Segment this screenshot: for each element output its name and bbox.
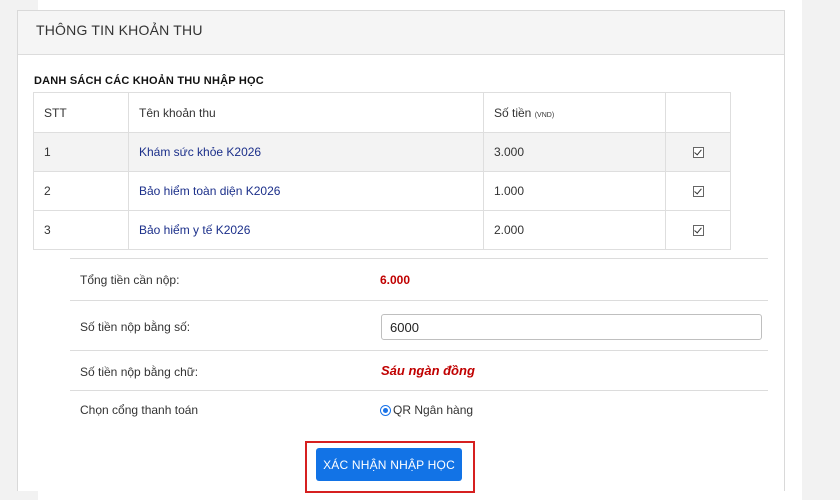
row-stt: 2 — [33, 171, 129, 211]
fee-info-panel: THÔNG TIN KHOẢN THU DANH SÁCH CÁC KHOẢN … — [17, 10, 785, 491]
row-amount: 1.000 — [483, 171, 666, 211]
header-amount: Số tiền (VND) — [483, 92, 666, 133]
row-select-cell — [665, 171, 731, 211]
row-stt: 3 — [33, 210, 129, 250]
table-row: 2 Bảo hiểm toàn diện K2026 1.000 — [33, 171, 731, 211]
amount-numeric-input[interactable] — [381, 314, 762, 340]
amount-words-value: Sáu ngàn đồng — [381, 363, 475, 378]
row-checkbox[interactable] — [692, 186, 704, 198]
row-select-cell — [665, 210, 731, 250]
header-stt: STT — [33, 92, 129, 133]
divider — [70, 300, 768, 301]
row-fee-name: Bảo hiểm toàn diện K2026 — [128, 171, 484, 211]
table-row: 1 Khám sức khỏe K2026 3.000 — [33, 132, 731, 172]
gateway-option[interactable]: QR Ngân hàng — [380, 403, 473, 417]
row-amount: 3.000 — [483, 132, 666, 172]
fee-name-link[interactable]: Bảo hiểm y tế K2026 — [139, 223, 250, 237]
amount-words-label: Số tiền nộp bằng chữ: — [80, 365, 199, 379]
confirm-enrollment-button[interactable]: XÁC NHẬN NHẬP HỌC — [316, 448, 462, 481]
row-fee-name: Khám sức khỏe K2026 — [128, 132, 484, 172]
panel-title: THÔNG TIN KHOẢN THU — [36, 22, 203, 38]
fee-name-link[interactable]: Khám sức khỏe K2026 — [139, 145, 261, 159]
panel-header: THÔNG TIN KHOẢN THU — [18, 11, 784, 55]
total-label: Tổng tiền cần nộp: — [80, 273, 180, 287]
header-amount-unit: (VND) — [534, 111, 555, 119]
row-stt: 1 — [33, 132, 129, 172]
table-header-row: STT Tên khoản thu Số tiền (VND) — [33, 92, 731, 133]
radio-selected-icon[interactable] — [380, 405, 391, 417]
header-amount-label: Số tiền — [494, 105, 532, 120]
fee-table: STT Tên khoản thu Số tiền (VND) 1 Khám s… — [33, 92, 731, 250]
table-row: 3 Bảo hiểm y tế K2026 2.000 — [33, 210, 731, 250]
row-checkbox[interactable] — [692, 225, 704, 237]
row-fee-name: Bảo hiểm y tế K2026 — [128, 210, 484, 250]
amount-numeric-label: Số tiền nộp bằng số: — [80, 320, 191, 334]
divider — [70, 258, 768, 259]
total-value: 6.000 — [380, 273, 411, 287]
header-fee-name: Tên khoản thu — [128, 92, 484, 133]
divider — [70, 390, 768, 391]
fee-name-link[interactable]: Bảo hiểm toàn diện K2026 — [139, 184, 280, 198]
gateway-label: Chọn cổng thanh toán — [80, 403, 199, 417]
header-select — [665, 92, 731, 133]
row-checkbox[interactable] — [692, 147, 704, 159]
row-select-cell — [665, 132, 731, 172]
gateway-option-label: QR Ngân hàng — [393, 403, 474, 417]
divider — [70, 350, 768, 351]
section-title: DANH SÁCH CÁC KHOẢN THU NHẬP HỌC — [34, 75, 264, 87]
row-amount: 2.000 — [483, 210, 666, 250]
